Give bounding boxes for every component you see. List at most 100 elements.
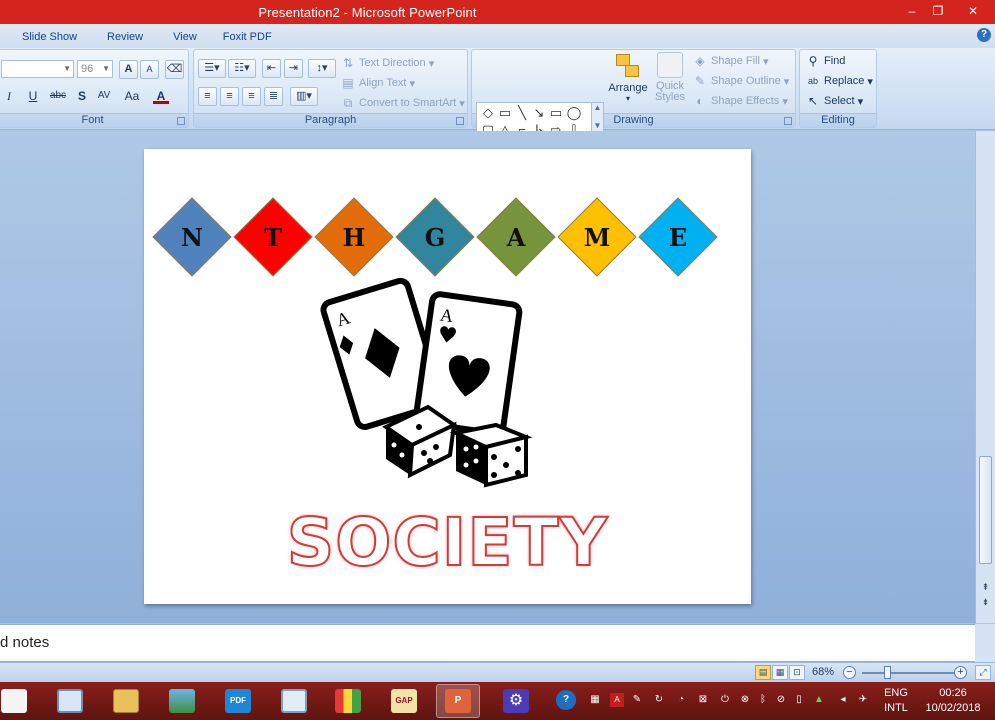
- battery-icon[interactable]: ▯: [792, 693, 806, 707]
- tab-view[interactable]: View: [155, 24, 209, 48]
- font-name-combo[interactable]: ▼: [1, 60, 74, 78]
- increase-indent-button[interactable]: ⇥: [284, 58, 304, 78]
- taskbar-settings[interactable]: ⚙: [494, 684, 538, 718]
- clock-tray-icon[interactable]: ◔: [674, 693, 688, 707]
- italic-button[interactable]: I: [1, 86, 20, 106]
- airplane-mode-icon[interactable]: ✈: [856, 693, 870, 707]
- quick-styles-button[interactable]: Quick Styles: [651, 52, 689, 112]
- zoom-slider-knob[interactable]: [884, 666, 891, 679]
- font-size-combo[interactable]: 96 ▼: [77, 60, 113, 78]
- arrow-line-shape-icon[interactable]: ↘: [530, 105, 548, 121]
- fit-to-window-icon[interactable]: ⤢: [975, 665, 991, 680]
- taskbar-gap-app[interactable]: GAP: [382, 684, 426, 718]
- font-color-button[interactable]: A: [153, 86, 172, 106]
- text-direction-button[interactable]: ⇅ Text Direction ▾: [340, 53, 434, 73]
- bullets-button[interactable]: ☰▾: [198, 58, 227, 78]
- line-spacing-button[interactable]: ↕▾: [308, 58, 337, 78]
- text-shadow-button[interactable]: S: [74, 86, 93, 106]
- tools-tray-icon[interactable]: ✎: [630, 693, 644, 707]
- decrease-indent-button[interactable]: ⇤: [262, 58, 282, 78]
- normal-view-icon[interactable]: ▤: [755, 665, 771, 680]
- zoom-level[interactable]: 68%: [812, 666, 834, 678]
- previous-slide-icon[interactable]: ⇞: [979, 582, 992, 596]
- zoom-out-icon[interactable]: −: [843, 666, 856, 679]
- system-clock[interactable]: 00:26 10/02/2018: [918, 686, 988, 716]
- security-tray-icon[interactable]: ⊗: [738, 693, 752, 707]
- help-icon[interactable]: ?: [977, 28, 991, 42]
- character-spacing-button[interactable]: AV: [93, 86, 118, 106]
- slide-sorter-view-icon[interactable]: ▦: [772, 665, 788, 680]
- drawing-dialog-launcher[interactable]: [784, 117, 792, 125]
- tab-foxit-pdf[interactable]: Foxit PDF: [209, 24, 284, 48]
- textbox-shape-icon[interactable]: ▭: [496, 105, 514, 121]
- grow-font-button[interactable]: A: [119, 59, 139, 79]
- clock-date: 10/02/2018: [925, 702, 981, 714]
- help-tray-icon[interactable]: ?: [556, 690, 576, 710]
- scrollbar-thumb[interactable]: [979, 456, 992, 564]
- diamond-letter: A: [506, 223, 526, 252]
- taskbar-presentation-app[interactable]: [48, 684, 92, 718]
- bluetooth-icon[interactable]: ᛒ: [756, 693, 770, 707]
- taskbar-photos-app[interactable]: [160, 684, 204, 718]
- vertical-scrollbar[interactable]: ⇞ ⇟: [975, 131, 995, 623]
- font-dialog-launcher[interactable]: [177, 117, 185, 125]
- society-heading[interactable]: SOCIETY: [144, 503, 751, 582]
- warning-triangle-icon[interactable]: ▲: [812, 693, 826, 707]
- numbering-button[interactable]: ☷▾: [228, 58, 257, 78]
- error-tray-icon[interactable]: ⊠: [696, 693, 710, 707]
- oval-shape-icon[interactable]: ◯: [565, 105, 583, 121]
- minimize-icon[interactable]: –: [898, 0, 926, 22]
- volume-icon[interactable]: ◂: [836, 693, 850, 707]
- change-case-button[interactable]: Aa: [121, 86, 146, 106]
- notes-scrollbar[interactable]: [975, 624, 995, 662]
- align-text-button[interactable]: ▤ Align Text ▾: [340, 73, 415, 93]
- select-button[interactable]: ↖ Select ▾: [805, 91, 863, 111]
- shrink-font-button[interactable]: A: [140, 59, 160, 79]
- taskbar-window-app[interactable]: [272, 684, 316, 718]
- zoom-slider[interactable]: [862, 666, 954, 679]
- diamond-shape-icon[interactable]: ◇: [479, 105, 497, 121]
- shape-outline-button[interactable]: ✎ Shape Outline ▾: [692, 71, 789, 91]
- replace-button[interactable]: ab Replace ▾: [805, 71, 873, 91]
- powerpoint-icon: P: [445, 689, 471, 713]
- power-tray-icon[interactable]: ⏻: [718, 693, 732, 707]
- taskbar-foxit-pdf[interactable]: PDF: [216, 684, 260, 718]
- zoom-in-icon[interactable]: +: [954, 666, 967, 679]
- cards-and-dice-illustration[interactable]: A A: [320, 277, 536, 492]
- taskbar-color-app[interactable]: [326, 684, 370, 718]
- shape-effects-button[interactable]: ◐ Shape Effects ▾: [692, 91, 788, 111]
- acrobat-tray-icon[interactable]: A: [610, 693, 624, 707]
- find-button[interactable]: ⚲ Find: [805, 51, 846, 71]
- taskbar-powerpoint[interactable]: P: [436, 684, 480, 718]
- underline-button[interactable]: U: [25, 86, 44, 106]
- next-slide-icon[interactable]: ⇟: [979, 597, 992, 611]
- columns-button[interactable]: ▥▾: [290, 86, 319, 106]
- slide-canvas[interactable]: NTHGAME A A SOCIETY: [144, 149, 751, 604]
- convert-smartart-button[interactable]: ⧉ Convert to SmartArt ▾: [340, 93, 465, 113]
- strikethrough-button[interactable]: abc: [47, 86, 72, 106]
- sync-tray-icon[interactable]: ↻: [652, 693, 666, 707]
- align-right-button[interactable]: ≡: [242, 86, 262, 106]
- restore-icon[interactable]: ❐: [924, 0, 952, 22]
- disconnected-network-icon[interactable]: ⊘: [774, 693, 788, 707]
- input-language[interactable]: ENG INTL: [880, 686, 912, 716]
- clear-formatting-button[interactable]: ⌫: [165, 59, 185, 79]
- notes-pane[interactable]: d notes: [0, 624, 975, 662]
- slide-show-view-icon[interactable]: ⊡: [789, 665, 805, 680]
- close-icon[interactable]: ✕: [955, 0, 991, 22]
- network-card-icon[interactable]: ▦: [588, 693, 602, 707]
- arrange-button[interactable]: Arrange ▾: [607, 52, 649, 112]
- justify-button[interactable]: ≣: [264, 86, 284, 106]
- align-center-button[interactable]: ≡: [220, 86, 240, 106]
- font-size-value: 96: [81, 63, 94, 75]
- align-left-button[interactable]: ≡: [198, 86, 218, 106]
- line-shape-icon[interactable]: ╲: [513, 105, 531, 121]
- align-text-icon: ▤: [342, 76, 354, 90]
- tab-slide-show[interactable]: Slide Show: [0, 24, 89, 48]
- taskbar-file-explorer[interactable]: [104, 684, 148, 718]
- rectangle-shape-icon[interactable]: ▭: [547, 105, 565, 121]
- taskbar-document-app[interactable]: [0, 684, 36, 718]
- tab-review[interactable]: Review: [89, 24, 155, 48]
- shape-fill-button[interactable]: ◈ Shape Fill ▾: [692, 51, 768, 71]
- paragraph-dialog-launcher[interactable]: [456, 117, 464, 125]
